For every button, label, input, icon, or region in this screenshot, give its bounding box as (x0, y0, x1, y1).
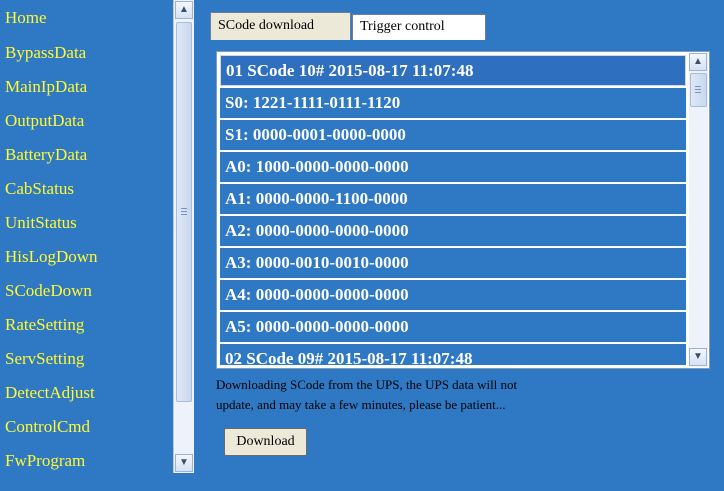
status-message-line: Downloading SCode from the UPS, the UPS … (216, 377, 518, 392)
download-button[interactable]: Download (224, 428, 307, 456)
list-scrollbar[interactable]: ▲ ▼ (689, 53, 708, 367)
sidebar-item-batterydata[interactable]: BatteryData (0, 138, 174, 172)
list-scroll-thumb[interactable] (690, 73, 707, 107)
sidebar-nav: Home BypassData MainIpData OutputData Ba… (0, 0, 174, 473)
sidebar-item-unitstatus[interactable]: UnitStatus (0, 206, 174, 240)
sidebar-item-detectadjust[interactable]: DetectAdjust (0, 376, 174, 410)
tab-trigger-control[interactable]: Trigger control (352, 14, 486, 40)
grip-icon (695, 86, 701, 94)
sidebar-list: Home BypassData MainIpData OutputData Ba… (0, 0, 174, 473)
list-item[interactable]: S1: 0000-0001-0000-0000 (220, 120, 686, 150)
sidebar-item-mainipdata[interactable]: MainIpData (0, 70, 174, 104)
tab-scode-download[interactable]: SCode download (210, 12, 351, 40)
list-item[interactable]: A2: 0000-0000-0000-0000 (220, 216, 686, 246)
scroll-down-icon[interactable]: ▼ (689, 348, 707, 366)
scode-listbox[interactable]: 01 SCode 10# 2015-08-17 11:07:48 S0: 122… (216, 51, 710, 369)
sidebar-item-fwprogram[interactable]: FwProgram (0, 444, 174, 473)
list-item[interactable]: A3: 0000-0010-0010-0000 (220, 248, 686, 278)
list-item[interactable]: A5: 0000-0000-0000-0000 (220, 312, 686, 342)
list-item[interactable]: A4: 0000-0000-0000-0000 (220, 280, 686, 310)
list-item[interactable]: 02 SCode 09# 2015-08-17 11:07:48 (220, 344, 686, 365)
list-item-header[interactable]: 01 SCode 10# 2015-08-17 11:07:48 (220, 55, 686, 86)
grip-icon (181, 208, 187, 216)
list-item[interactable]: S0: 1221-1111-0111-1120 (220, 88, 686, 118)
scroll-up-icon[interactable]: ▲ (175, 1, 193, 19)
list-item[interactable]: A1: 0000-0000-1100-0000 (220, 184, 686, 214)
scroll-down-icon[interactable]: ▼ (175, 454, 193, 472)
status-message-line: update, and may take a few minutes, plea… (216, 397, 506, 412)
sidebar-item-ratesetting[interactable]: RateSetting (0, 308, 174, 342)
list-item[interactable]: A0: 1000-0000-0000-0000 (220, 152, 686, 182)
main-panel: SCode download Trigger control 01 SCode … (194, 0, 724, 473)
sidebar-item-bypassdata[interactable]: BypassData (0, 36, 174, 70)
scroll-up-icon[interactable]: ▲ (689, 53, 707, 71)
sidebar-item-controlcmd[interactable]: ControlCmd (0, 410, 174, 444)
sidebar-item-outputdata[interactable]: OutputData (0, 104, 174, 138)
sidebar-item-home[interactable]: Home (0, 6, 174, 36)
sidebar-item-cabstatus[interactable]: CabStatus (0, 172, 174, 206)
scode-list: 01 SCode 10# 2015-08-17 11:07:48 S0: 122… (220, 55, 686, 365)
sidebar-scrollbar[interactable]: ▲ ▼ (173, 0, 195, 473)
status-message: Downloading SCode from the UPS, the UPS … (216, 375, 706, 415)
sidebar-scroll-thumb[interactable] (176, 22, 192, 402)
tab-content: 01 SCode 10# 2015-08-17 11:07:48 S0: 122… (210, 41, 716, 465)
sidebar-item-servsetting[interactable]: ServSetting (0, 342, 174, 376)
sidebar-item-hislogdown[interactable]: HisLogDown (0, 240, 174, 274)
bottom-frame (0, 473, 724, 491)
sidebar-item-scodedown[interactable]: SCodeDown (0, 274, 174, 308)
